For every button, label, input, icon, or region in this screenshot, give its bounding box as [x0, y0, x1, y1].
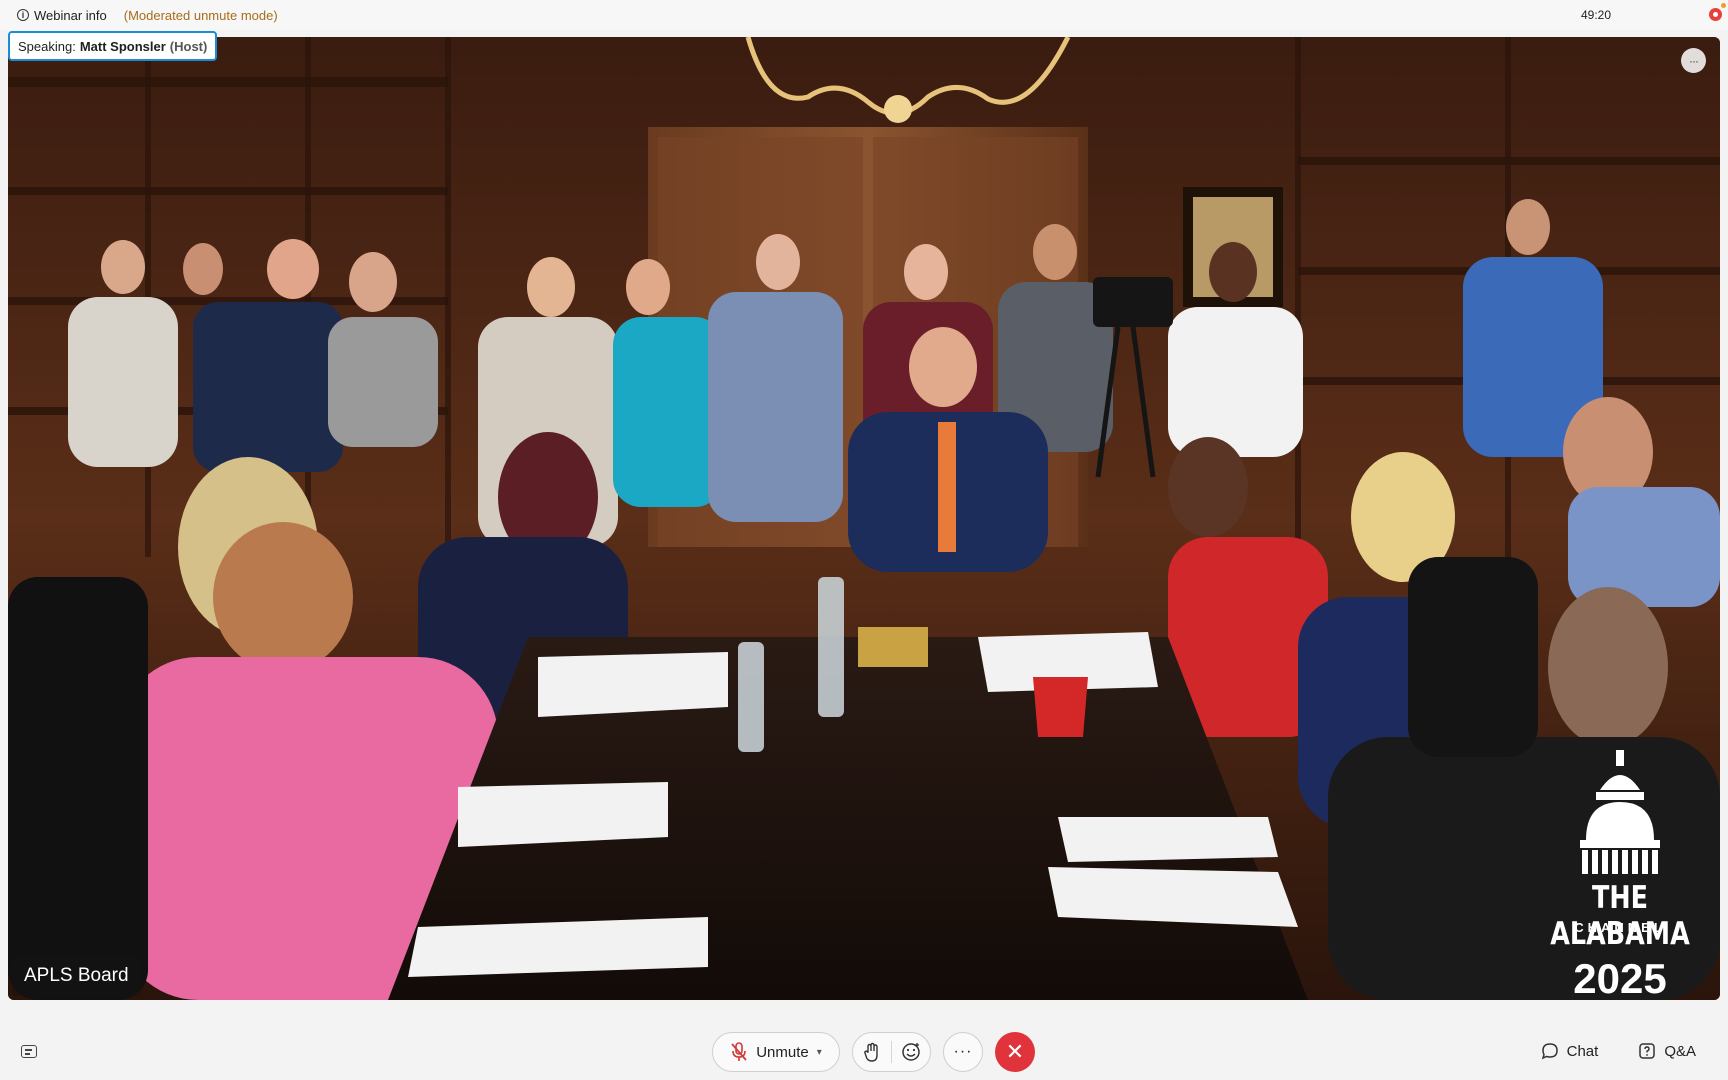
channel-watermark: THE ALABAMA CHANNEL 2025	[1530, 750, 1710, 1000]
more-actions-button[interactable]: ···	[943, 1032, 983, 1072]
active-speaker-label: Speaking: Matt Sponsler (Host)	[8, 31, 218, 61]
meeting-timer: 49:20	[1580, 8, 1611, 22]
qa-label: Q&A	[1664, 1042, 1696, 1060]
webinar-info-button[interactable]: i Webinar info	[17, 8, 107, 23]
meeting-controls: Unmute ▾ ··· ✕	[712, 1031, 1035, 1073]
speaker-name: Matt Sponsler	[79, 38, 166, 54]
panel-toggles: Chat Q&A	[1541, 1031, 1728, 1071]
mic-muted-icon	[731, 1042, 747, 1061]
chat-button[interactable]: Chat	[1541, 1042, 1599, 1060]
capitol-dome-logo	[1580, 750, 1660, 874]
video-stage: ··· APLS Board THE ALABAMA CHANNEL 2025	[8, 37, 1720, 1000]
video-feed	[8, 37, 1720, 1000]
chat-label: Chat	[1566, 1042, 1599, 1060]
chevron-down-icon[interactable]: ▾	[817, 1047, 822, 1058]
recording-badge	[1721, 3, 1726, 8]
hand-reaction-group	[852, 1032, 931, 1072]
more-options-icon[interactable]: ···	[1681, 48, 1706, 73]
watermark-year: 2025	[1573, 955, 1667, 1000]
info-icon: i	[17, 9, 29, 21]
bottom-toolbar: Unmute ▾ ··· ✕ Chat Q&A	[0, 1000, 1728, 1080]
watermark-subtitle: CHANNEL	[1574, 920, 1666, 935]
qa-icon	[1639, 1043, 1656, 1059]
qa-button[interactable]: Q&A	[1638, 1042, 1696, 1060]
raise-hand-icon	[864, 1042, 878, 1062]
reactions-icon	[902, 1043, 920, 1061]
leave-icon: ✕	[1005, 1039, 1025, 1064]
speaker-role: (Host)	[169, 38, 208, 54]
recording-icon[interactable]	[1709, 8, 1722, 21]
unmute-button[interactable]: Unmute ▾	[712, 1032, 840, 1072]
moderated-mode-label: (Moderated unmute mode)	[123, 7, 278, 23]
unmute-label: Unmute	[756, 1043, 809, 1061]
leave-button[interactable]: ✕	[995, 1032, 1035, 1072]
raise-hand-button[interactable]	[853, 1033, 891, 1071]
webinar-info-label: Webinar info	[34, 7, 107, 23]
captions-icon[interactable]	[21, 1045, 37, 1058]
participant-name-label: APLS Board	[12, 956, 141, 996]
top-bar: i Webinar info (Moderated unmute mode) 4…	[0, 0, 1728, 30]
speaking-prefix: Speaking:	[18, 38, 76, 54]
reactions-button[interactable]	[892, 1033, 930, 1071]
chat-icon	[1541, 1043, 1558, 1060]
watermark-title: THE ALABAMA	[1550, 880, 1690, 952]
